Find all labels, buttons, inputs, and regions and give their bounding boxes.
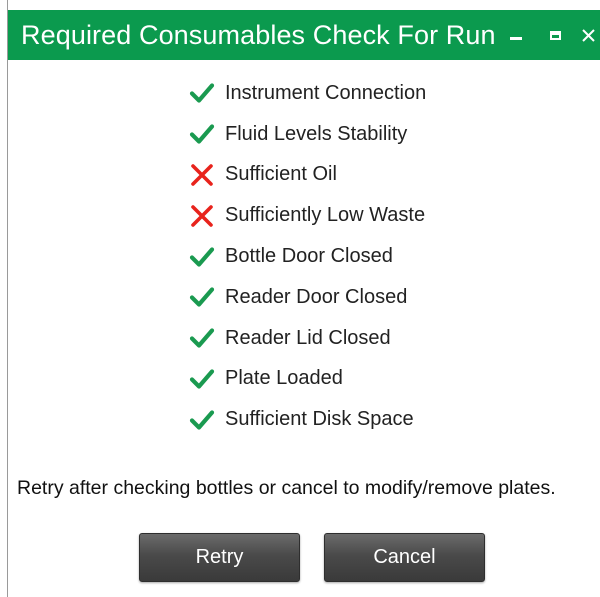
- check-item: Instrument Connection: [188, 73, 426, 114]
- close-icon[interactable]: [574, 10, 600, 60]
- checks-list: Instrument Connection Fluid Levels Stabi…: [188, 73, 426, 440]
- check-item: Reader Door Closed: [188, 277, 426, 318]
- cross-icon: [188, 202, 216, 230]
- check-label: Reader Door Closed: [225, 285, 408, 308]
- check-item: Plate Loaded: [188, 359, 426, 400]
- minimize-icon[interactable]: [502, 10, 530, 60]
- title-bar[interactable]: Required Consumables Check For Run: [8, 10, 600, 60]
- check-item: Sufficient Oil: [188, 155, 426, 196]
- check-label: Plate Loaded: [225, 367, 343, 390]
- instruction-message: Retry after checking bottles or cancel t…: [17, 477, 556, 499]
- checkmark-icon: [188, 79, 216, 107]
- cancel-button[interactable]: Cancel: [324, 533, 485, 582]
- check-item: Bottle Door Closed: [188, 236, 426, 277]
- check-item: Fluid Levels Stability: [188, 114, 426, 155]
- check-label: Bottle Door Closed: [225, 245, 393, 268]
- check-label: Sufficiently Low Waste: [225, 204, 426, 227]
- check-item: Reader Lid Closed: [188, 318, 426, 359]
- retry-button[interactable]: Retry: [139, 533, 300, 582]
- check-item: Sufficient Disk Space: [188, 399, 426, 440]
- check-label: Instrument Connection: [225, 81, 427, 104]
- checkmark-icon: [188, 283, 216, 311]
- checkmark-icon: [188, 365, 216, 393]
- window-title: Required Consumables Check For Run: [21, 20, 496, 50]
- checkmark-icon: [188, 324, 216, 352]
- cross-icon: [188, 161, 216, 189]
- check-label: Fluid Levels Stability: [225, 122, 408, 145]
- checkmark-icon: [188, 406, 216, 434]
- consumables-check-dialog: Required Consumables Check For Run Instr…: [7, 0, 600, 597]
- checkmark-icon: [188, 120, 216, 148]
- check-label: Reader Lid Closed: [225, 326, 391, 349]
- maximize-icon[interactable]: [541, 10, 569, 60]
- check-item: Sufficiently Low Waste: [188, 195, 426, 236]
- checkmark-icon: [188, 243, 216, 271]
- check-label: Sufficient Disk Space: [225, 408, 414, 431]
- check-label: Sufficient Oil: [225, 163, 337, 186]
